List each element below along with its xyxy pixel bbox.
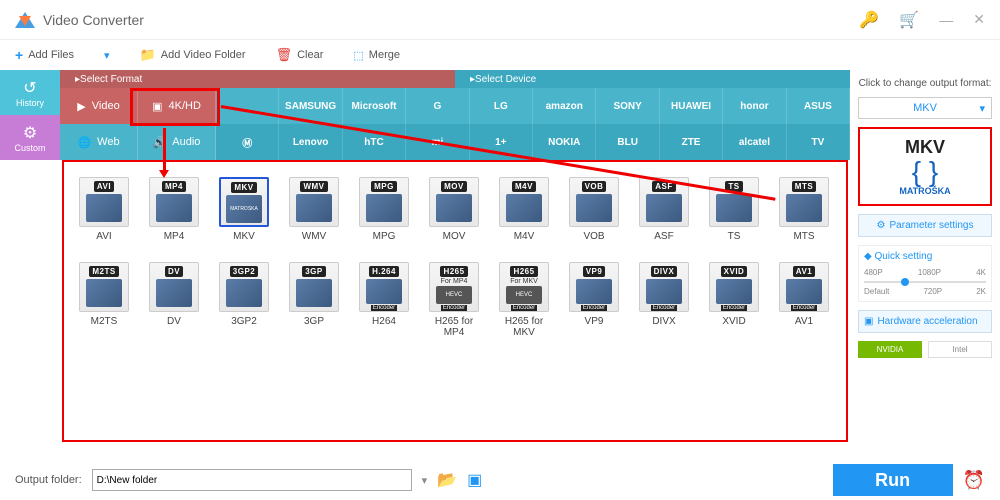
- hd-icon: ▣: [152, 100, 162, 113]
- parameter-settings-button[interactable]: ⚙Parameter settings: [858, 214, 992, 237]
- app-title: Video Converter: [43, 12, 144, 28]
- cat-4k[interactable]: ▣4K/HD: [138, 88, 216, 124]
- speaker-icon: 🔊: [153, 136, 167, 149]
- output-folder-label: Output folder:: [15, 474, 82, 486]
- brand-amazon[interactable]: amazon: [533, 88, 596, 124]
- brand-microsoft[interactable]: Microsoft: [343, 88, 406, 124]
- footer: Output folder: ▾ 📂 ▣ Run ⏰: [0, 460, 1000, 500]
- brand-motorola[interactable]: Ⓜ: [216, 124, 279, 160]
- chevron-down-icon: ▾: [979, 102, 985, 115]
- chip-icon: ▣: [864, 316, 873, 327]
- sliders-icon: ⚙: [877, 220, 886, 231]
- brand-zte[interactable]: ZTE: [660, 124, 723, 160]
- cart-icon[interactable]: 🛒: [899, 10, 919, 30]
- output-folder-dropdown[interactable]: ▾: [422, 474, 428, 487]
- format-mpg[interactable]: MPGMPG: [359, 177, 409, 242]
- intel-chip[interactable]: Intel: [928, 341, 992, 358]
- brand-huawei[interactable]: HUAWEI: [660, 88, 723, 124]
- brand-tv[interactable]: TV: [787, 124, 850, 160]
- open-folder-icon[interactable]: 📂: [437, 470, 457, 490]
- cat-audio[interactable]: 🔊Audio: [138, 124, 216, 160]
- play-icon: ▶: [77, 100, 85, 113]
- motorola-icon: Ⓜ: [242, 135, 252, 150]
- trash-icon: 🗑: [276, 47, 293, 63]
- brand-honor[interactable]: honor: [723, 88, 786, 124]
- minimize-button[interactable]: —: [939, 12, 953, 28]
- format-vp9[interactable]: VP9EncoderVP9: [569, 262, 619, 338]
- merge-button[interactable]: ⬚Merge: [353, 49, 400, 62]
- nav-custom[interactable]: ⚙Custom: [0, 115, 60, 160]
- clear-button[interactable]: 🗑Clear: [276, 47, 324, 63]
- format-wmv[interactable]: WMVWMV: [289, 177, 339, 242]
- globe-icon: 🌐: [77, 136, 91, 149]
- format-xvid[interactable]: XVIDEncoderXVID: [709, 262, 759, 338]
- right-panel: Click to change output format: MKV▾ MKV …: [850, 70, 1000, 460]
- nvidia-chip[interactable]: NVIDIA: [858, 341, 922, 358]
- close-button[interactable]: ✕: [973, 11, 985, 28]
- format-m2ts[interactable]: M2TSM2TS: [79, 262, 129, 338]
- nav-history[interactable]: ↺History: [0, 70, 60, 115]
- output-format-title: Click to change output format:: [858, 78, 992, 89]
- brand-google[interactable]: G: [406, 88, 469, 124]
- add-video-folder-button[interactable]: 📁Add Video Folder: [140, 47, 246, 63]
- format-vob[interactable]: VOBVOB: [569, 177, 619, 242]
- format-ts[interactable]: TSTS: [709, 177, 759, 242]
- format-h264[interactable]: H.264EncoderH264: [359, 262, 409, 338]
- format-m4v[interactable]: M4VM4V: [499, 177, 549, 242]
- format-avi[interactable]: AVIAVI: [79, 177, 129, 242]
- output-format-preview[interactable]: MKV { } MATROŠKA: [858, 127, 992, 206]
- format-asf[interactable]: ASFASF: [639, 177, 689, 242]
- quality-slider[interactable]: [864, 281, 986, 283]
- plus-icon: +: [15, 47, 23, 63]
- format-mp4[interactable]: MP4MP4: [149, 177, 199, 242]
- app-logo-icon: [15, 10, 35, 30]
- brand-htc[interactable]: hTC: [343, 124, 406, 160]
- brand-nokia[interactable]: NOKIA: [533, 124, 596, 160]
- add-files-dropdown[interactable]: ▾: [104, 49, 110, 62]
- brand-oneplus[interactable]: 1+: [470, 124, 533, 160]
- brand-xiaomi[interactable]: mi: [406, 124, 469, 160]
- brand-lg[interactable]: LG: [470, 88, 533, 124]
- cat-video[interactable]: ▶Video: [60, 88, 138, 124]
- toolbar: +Add Files ▾ 📁Add Video Folder 🗑Clear ⬚M…: [0, 40, 1000, 70]
- add-files-button[interactable]: +Add Files: [15, 47, 74, 63]
- format-3gp2[interactable]: 3GP23GP2: [219, 262, 269, 338]
- titlebar: Video Converter 🔑 🛒 — ✕: [0, 0, 1000, 40]
- cat-web[interactable]: 🌐Web: [60, 124, 138, 160]
- format-grid: AVIAVI MP4MP4 MKVMATROSKAMKV WMVWMV MPGMPG MO…: [62, 160, 848, 442]
- hardware-acceleration-button[interactable]: ▣Hardware acceleration: [858, 310, 992, 333]
- brand-lenovo[interactable]: Lenovo: [279, 124, 342, 160]
- brand-alcatel[interactable]: alcatel: [723, 124, 786, 160]
- format-3gp[interactable]: 3GP3GP: [289, 262, 339, 338]
- format-divx[interactable]: DIVXEncoderDIVX: [639, 262, 689, 338]
- merge-icon: ⬚: [353, 49, 363, 62]
- output-format-dropdown[interactable]: MKV▾: [858, 97, 992, 119]
- brand-asus[interactable]: ASUS: [787, 88, 850, 124]
- left-nav: ↺History ⚙Custom: [0, 70, 60, 460]
- format-dv[interactable]: DVDV: [149, 262, 199, 338]
- brand-apple[interactable]: [216, 88, 279, 124]
- format-h265-for-mp4[interactable]: H265For MP4HEVCEncoderH265 for MP4: [429, 262, 479, 338]
- key-icon[interactable]: 🔑: [859, 10, 879, 30]
- history-icon: ↺: [23, 78, 36, 98]
- tab-select-format[interactable]: ▸ Select Format: [60, 70, 455, 88]
- brand-sony[interactable]: SONY: [596, 88, 659, 124]
- brand-samsung[interactable]: SAMSUNG: [279, 88, 342, 124]
- format-h265-for-mkv[interactable]: H265For MKVHEVCEncoderH265 for MKV: [499, 262, 549, 338]
- tab-select-device[interactable]: ▸ Select Device: [455, 70, 850, 88]
- chevron-down-icon: ▾: [104, 49, 110, 62]
- browse-folder-icon[interactable]: ▣: [467, 470, 482, 490]
- mkv-braces-icon: { }: [868, 158, 982, 186]
- output-folder-input[interactable]: [92, 469, 412, 491]
- format-mts[interactable]: MTSMTS: [779, 177, 829, 242]
- schedule-icon[interactable]: ⏰: [963, 470, 985, 491]
- run-button[interactable]: Run: [833, 464, 953, 496]
- format-mkv[interactable]: MKVMATROSKAMKV: [219, 177, 269, 242]
- format-mov[interactable]: MOVMOV: [429, 177, 479, 242]
- brand-blu[interactable]: BLU: [596, 124, 659, 160]
- folder-plus-icon: 📁: [140, 47, 156, 63]
- gear-icon: ⚙: [23, 123, 37, 143]
- quick-setting-panel: ◆ Quick setting 480P1080P4K Default720P2…: [858, 245, 992, 302]
- format-av1[interactable]: AV1EncoderAV1: [779, 262, 829, 338]
